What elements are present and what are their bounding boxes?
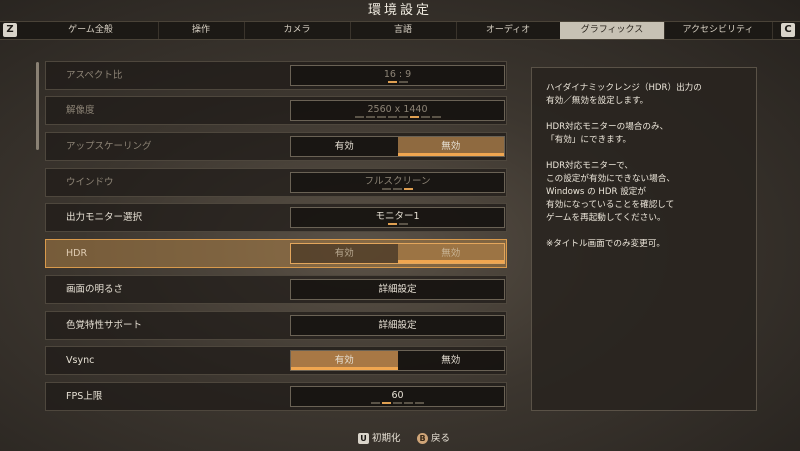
setting-label: 出力モニター選択 xyxy=(66,212,143,223)
description-panel: ハイダイナミックレンジ（HDR）出力の 有効／無効を設定します。 HDR対応モニ… xyxy=(531,67,757,411)
fps-limit-selector[interactable]: 60 xyxy=(290,386,505,407)
option-indicator xyxy=(291,402,504,404)
description-text: HDR対応モニターで、 この設定が有効にできない場合、 Windows の HD… xyxy=(546,161,675,223)
option-indicator xyxy=(291,223,504,225)
setting-hdr[interactable]: HDR 有効 無効 xyxy=(45,239,507,268)
setting-window-mode[interactable]: ウインドウ フルスクリーン xyxy=(45,168,507,197)
tab-accessibility[interactable]: アクセシビリティ xyxy=(664,22,773,39)
tab-camera[interactable]: カメラ xyxy=(244,22,351,39)
back-hint[interactable]: B 戻る xyxy=(417,430,450,444)
toggle-on-option[interactable]: 有効 xyxy=(291,137,398,156)
setting-output-monitor[interactable]: 出力モニター選択 モニター1 xyxy=(45,203,507,232)
setting-label: アスペクト比 xyxy=(66,70,123,81)
setting-label: 色覚特性サポート xyxy=(66,320,143,331)
setting-label: アップスケーリング xyxy=(66,141,152,152)
next-tab-key-icon[interactable]: C xyxy=(781,23,795,37)
vsync-toggle[interactable]: 有効 無効 xyxy=(290,350,505,371)
tab-controls[interactable]: 操作 xyxy=(158,22,245,39)
setting-aspect-ratio[interactable]: アスペクト比 16 : 9 xyxy=(45,61,507,90)
prev-tab-key-icon[interactable]: Z xyxy=(3,23,17,37)
color-vision-details-button[interactable]: 詳細設定 xyxy=(290,315,505,336)
brightness-details-button[interactable]: 詳細設定 xyxy=(290,279,505,300)
reset-key-icon: U xyxy=(358,433,369,444)
description-text: ※タイトル画面でのみ変更可。 xyxy=(546,239,665,249)
hdr-toggle[interactable]: 有効 無効 xyxy=(290,243,505,264)
setting-upscaling[interactable]: アップスケーリング 有効 無効 xyxy=(45,132,507,161)
description-text: HDR対応モニターの場合のみ、 「有効」にできます。 xyxy=(546,122,669,145)
setting-label: 画面の明るさ xyxy=(66,284,124,295)
reset-label: 初期化 xyxy=(372,433,401,444)
toggle-on-option[interactable]: 有効 xyxy=(291,351,398,370)
back-key-icon: B xyxy=(417,433,428,444)
aspect-ratio-selector[interactable]: 16 : 9 xyxy=(290,65,505,86)
setting-label: HDR xyxy=(66,248,88,259)
reset-hint[interactable]: U 初期化 xyxy=(358,430,401,444)
option-indicator xyxy=(291,188,504,190)
setting-label: Vsync xyxy=(66,355,95,366)
setting-label: 解像度 xyxy=(66,105,95,116)
button-label: 詳細設定 xyxy=(378,284,417,295)
tab-audio[interactable]: オーディオ xyxy=(456,22,561,39)
setting-label: FPS上限 xyxy=(66,391,103,402)
upscaling-toggle[interactable]: 有効 無効 xyxy=(290,136,505,157)
tab-bar: Z ゲーム全般 操作 カメラ 言語 オーディオ グラフィックス アクセシビリティ… xyxy=(0,21,800,40)
screen-title: 環境設定 xyxy=(367,3,432,18)
setting-color-vision[interactable]: 色覚特性サポート 詳細設定 xyxy=(45,311,507,340)
tab-language[interactable]: 言語 xyxy=(350,22,457,39)
setting-brightness[interactable]: 画面の明るさ 詳細設定 xyxy=(45,275,507,304)
toggle-off-option[interactable]: 無効 xyxy=(397,137,504,156)
setting-fps-limit[interactable]: FPS上限 60 xyxy=(45,382,507,411)
setting-label: ウインドウ xyxy=(66,177,114,188)
resolution-selector[interactable]: 2560 x 1440 xyxy=(290,100,505,121)
setting-resolution[interactable]: 解像度 2560 x 1440 xyxy=(45,96,507,125)
setting-vsync[interactable]: Vsync 有効 無効 xyxy=(45,346,507,375)
back-label: 戻る xyxy=(431,433,451,444)
window-mode-selector[interactable]: フルスクリーン xyxy=(290,172,505,193)
output-monitor-selector[interactable]: モニター1 xyxy=(290,207,505,228)
toggle-off-option[interactable]: 無効 xyxy=(398,351,505,370)
description-text: ハイダイナミックレンジ（HDR）出力の 有効／無効を設定します。 xyxy=(546,83,702,106)
tab-graphics[interactable]: グラフィックス xyxy=(560,22,665,39)
scrollbar[interactable] xyxy=(36,62,39,150)
button-label: 詳細設定 xyxy=(378,320,417,331)
toggle-off-option[interactable]: 無効 xyxy=(397,244,504,263)
option-indicator xyxy=(291,116,504,118)
option-indicator xyxy=(291,81,504,83)
toggle-on-option[interactable]: 有効 xyxy=(291,244,398,263)
tab-general[interactable]: ゲーム全般 xyxy=(23,22,159,39)
